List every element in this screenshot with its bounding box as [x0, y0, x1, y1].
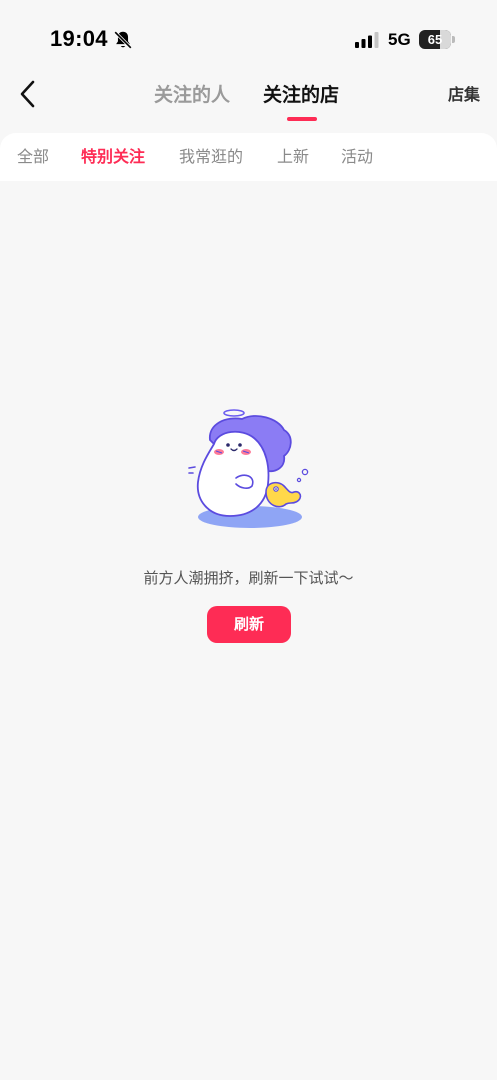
status-time: 19:04 — [50, 26, 108, 51]
network-type: 5G — [388, 30, 411, 49]
battery-icon: 65 — [419, 30, 451, 49]
filter-tab-frequent[interactable]: 我常逛的 — [179, 146, 243, 168]
mascot-illustration — [188, 409, 309, 528]
filter-tab-all[interactable]: 全部 — [17, 146, 49, 168]
battery-level: 65 — [427, 32, 443, 47]
bell-off-icon — [114, 31, 132, 49]
refresh-button[interactable]: 刷新 — [207, 606, 291, 643]
filter-tab-special[interactable]: 特别关注 — [81, 146, 145, 168]
status-bar: 19:04 5G 65 — [0, 0, 497, 70]
signal-icon — [355, 32, 379, 48]
filter-bar: 全部 特别关注 我常逛的 上新 活动 — [0, 133, 497, 181]
back-button[interactable] — [12, 78, 44, 110]
store-collection-link[interactable]: 店集 — [448, 84, 480, 106]
filter-tab-activity[interactable]: 活动 — [341, 146, 373, 168]
battery-cap — [452, 36, 455, 43]
tab-followed-people[interactable]: 关注的人 — [154, 82, 230, 108]
tab-followed-stores[interactable]: 关注的店 — [263, 82, 339, 108]
empty-state-message: 前方人潮拥挤，刷新一下试试～ — [143, 569, 354, 587]
active-tab-indicator — [287, 117, 317, 121]
chevron-left-icon — [20, 80, 35, 108]
filter-tab-new[interactable]: 上新 — [277, 146, 309, 168]
